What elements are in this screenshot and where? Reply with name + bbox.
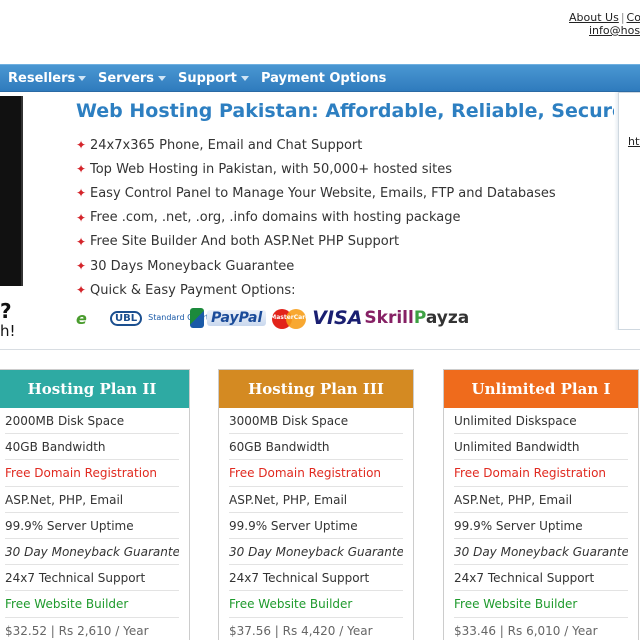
bullet-icon: ✦	[76, 162, 87, 177]
bullet-icon: ✦	[76, 210, 87, 225]
chevron-down-icon[interactable]	[78, 76, 86, 81]
feature-item: ✦ Quick & Easy Payment Options:	[76, 282, 296, 298]
hero-image-text: ?	[0, 299, 12, 323]
feature-item: ✦ Top Web Hosting in Pakistan, with 50,00…	[76, 161, 452, 177]
bullet-icon: ✦	[76, 186, 87, 201]
visa-logo: VISA	[312, 307, 363, 329]
plan-feature: 24x7 Technical Support	[5, 565, 179, 592]
bullet-icon: ✦	[76, 234, 87, 249]
plan-feature: 30 Day Moneyback Guarantee	[229, 539, 403, 566]
plan-feature: 60GB Bandwidth	[229, 434, 403, 461]
hero-image	[0, 96, 23, 286]
feature-item: ✦ Free .com, .net, .org, .info domains wi…	[76, 210, 461, 226]
feature-list: ✦ 24x7x365 Phone, Email and Chat Support …	[76, 133, 556, 302]
plan-feature: 24x7 Technical Support	[454, 565, 628, 592]
plan-feature: 30 Day Moneyback Guarantee	[5, 539, 179, 566]
chevron-down-icon[interactable]	[241, 76, 249, 81]
easypaisa-logo: e	[76, 308, 87, 328]
plan-feature: ASP.Net, PHP, Email	[5, 487, 179, 513]
main-nav: Resellers Servers Support Payment Option…	[0, 64, 640, 92]
feature-item: ✦ Free Site Builder And both ASP.Net PHP …	[76, 234, 400, 250]
plan-title: Hosting Plan II	[0, 370, 189, 408]
about-us-link[interactable]: About Us	[569, 11, 619, 24]
nav-item-payment-options[interactable]: Payment Options	[261, 65, 386, 92]
plan-feature: 2000MB Disk Space	[5, 408, 179, 435]
feature-item: ✦ 30 Days Moneyback Guarantee	[76, 258, 295, 274]
nav-item-support[interactable]: Support	[178, 65, 237, 92]
plan-feature: Free Domain Registration	[229, 460, 403, 487]
page: About Us|Co info@hoste Resellers Servers…	[0, 0, 640, 640]
plan-feature: 40GB Bandwidth	[5, 434, 179, 461]
hero-title: Web Hosting Pakistan: Affordable, Reliab…	[76, 100, 625, 122]
plan-feature: 24x7 Technical Support	[229, 565, 403, 592]
top-link-separator: |	[620, 11, 625, 24]
plan-price: $37.56 | Rs 4,420 / Year	[229, 623, 373, 638]
mastercard-logo: MasterCard	[270, 307, 309, 329]
top-links: About Us|Co info@hoste	[569, 11, 640, 37]
skrill-logo: Skrill	[364, 308, 414, 328]
plan-feature: Unlimited Diskspace	[454, 408, 628, 435]
plan-card: Unlimited Plan I Unlimited Diskspace Unl…	[443, 369, 639, 640]
standard-chartered-icon	[190, 308, 205, 328]
bullet-icon: ✦	[76, 259, 87, 274]
plan-price: $33.46 | Rs 6,010 / Year	[454, 623, 598, 638]
plan-feature: Free Website Builder	[5, 591, 179, 618]
nav-item-resellers[interactable]: Resellers	[8, 65, 75, 92]
paypal-logo: PayPal	[207, 310, 267, 326]
plan-title: Hosting Plan III	[219, 370, 413, 408]
plan-feature: Free Website Builder	[454, 591, 628, 618]
feature-item: ✦ 24x7x365 Phone, Email and Chat Support	[76, 137, 363, 153]
section-divider	[0, 349, 640, 350]
plan-feature: 99.9% Server Uptime	[5, 513, 179, 539]
plan-price: $32.52 | Rs 2,610 / Year	[5, 623, 149, 638]
plan-feature: ASP.Net, PHP, Email	[454, 487, 628, 513]
plan-title: Unlimited Plan I	[444, 370, 638, 408]
plan-feature: Free Website Builder	[229, 591, 403, 618]
ubl-logo: UBL	[110, 310, 143, 326]
plan-feature: 99.9% Server Uptime	[229, 513, 403, 539]
bullet-icon: ✦	[76, 283, 87, 298]
chevron-down-icon[interactable]	[158, 76, 166, 81]
bullet-icon: ✦	[76, 138, 87, 153]
plan-feature: 99.9% Server Uptime	[454, 513, 628, 539]
plan-feature: 3000MB Disk Space	[229, 408, 403, 435]
side-panel-link[interactable]: htt	[628, 135, 640, 148]
hero-image-text: h!	[0, 322, 16, 340]
plan-feature: Free Domain Registration	[454, 460, 628, 487]
plan-feature: Free Domain Registration	[5, 460, 179, 487]
payza-logo: Payza	[413, 308, 470, 328]
plan-feature: Unlimited Bandwidth	[454, 434, 628, 461]
email-link[interactable]: info@hoste	[589, 24, 640, 37]
standard-chartered-logo: Standard Chartered	[148, 313, 228, 322]
plan-feature: ASP.Net, PHP, Email	[229, 487, 403, 513]
plan-feature: 30 Day Moneyback Guarantee	[454, 539, 628, 566]
nav-item-servers[interactable]: Servers	[98, 65, 154, 92]
payment-logos: e UBL Standard Chartered PayPal MasterCa…	[76, 304, 469, 332]
side-panel: htt	[618, 92, 640, 330]
contact-link[interactable]: Co	[627, 11, 640, 24]
feature-item: ✦ Easy Control Panel to Manage Your Websi…	[76, 185, 556, 201]
plan-card: Hosting Plan III 3000MB Disk Space 60GB …	[218, 369, 414, 640]
plan-card: Hosting Plan II 2000MB Disk Space 40GB B…	[0, 369, 190, 640]
